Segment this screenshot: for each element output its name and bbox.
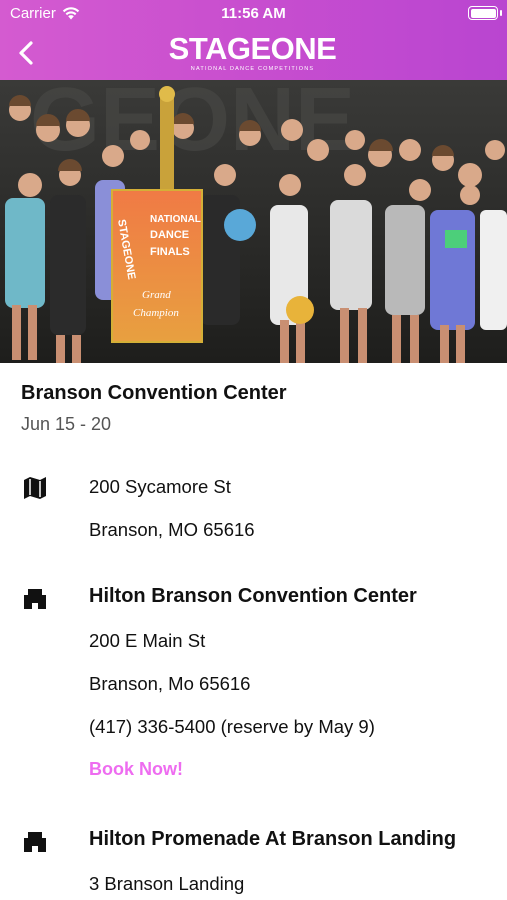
status-time: 11:56 AM	[221, 5, 286, 22]
hotel-2-address-line1: 3 Branson Landing	[89, 873, 245, 894]
banner-line-grand: Grand	[142, 289, 171, 301]
hero-photo: GEONE STAGEONE NATIONAL DANCE FINALS Gra…	[0, 80, 507, 363]
map-icon	[24, 477, 46, 499]
venue-address-line2: Branson, MO 65616	[89, 519, 255, 540]
banner-line-dance: DANCE	[150, 229, 189, 241]
book-now-button[interactable]: Book Now!	[89, 759, 183, 780]
back-button[interactable]	[10, 36, 42, 70]
building-icon	[24, 589, 46, 609]
battery-tip	[500, 10, 502, 16]
nav-bar: Carrier 11:56 AM STAGEONE NATIONAL DANCE…	[0, 0, 507, 80]
hotel-1-phone[interactable]: (417) 336-5400 (reserve by May 9)	[89, 716, 375, 738]
hotel-2-name: Hilton Promenade At Branson Landing	[89, 828, 457, 850]
venue-header: Branson Convention Center Jun 15 - 20	[21, 382, 287, 435]
logo-text: STAGEONE	[168, 31, 337, 66]
battery-icon	[468, 6, 498, 20]
logo-subtitle: NATIONAL DANCE COMPETITIONS	[190, 66, 315, 72]
banner-line-champion: Champion	[133, 307, 179, 319]
hotel-1-address-line2: Branson, Mo 65616	[89, 673, 251, 694]
banner-line-national: NATIONAL	[150, 214, 201, 225]
venue-address-line1: 200 Sycamore St	[89, 476, 231, 497]
venue-dates: Jun 15 - 20	[21, 414, 112, 434]
hotel-1-address-line1: 200 E Main St	[89, 630, 206, 651]
stageone-logo: STAGEONE NATIONAL DANCE COMPETITIONS	[165, 31, 340, 76]
hotel-1-name: Hilton Branson Convention Center	[89, 585, 417, 607]
banner-line-finals: FINALS	[150, 246, 190, 258]
hero-image: GEONE STAGEONE NATIONAL DANCE FINALS Gra…	[0, 80, 507, 363]
venue-title: Branson Convention Center	[21, 382, 287, 404]
status-bar: Carrier 11:56 AM	[0, 0, 507, 28]
chevron-left-icon	[19, 41, 33, 65]
building-icon	[24, 832, 46, 852]
